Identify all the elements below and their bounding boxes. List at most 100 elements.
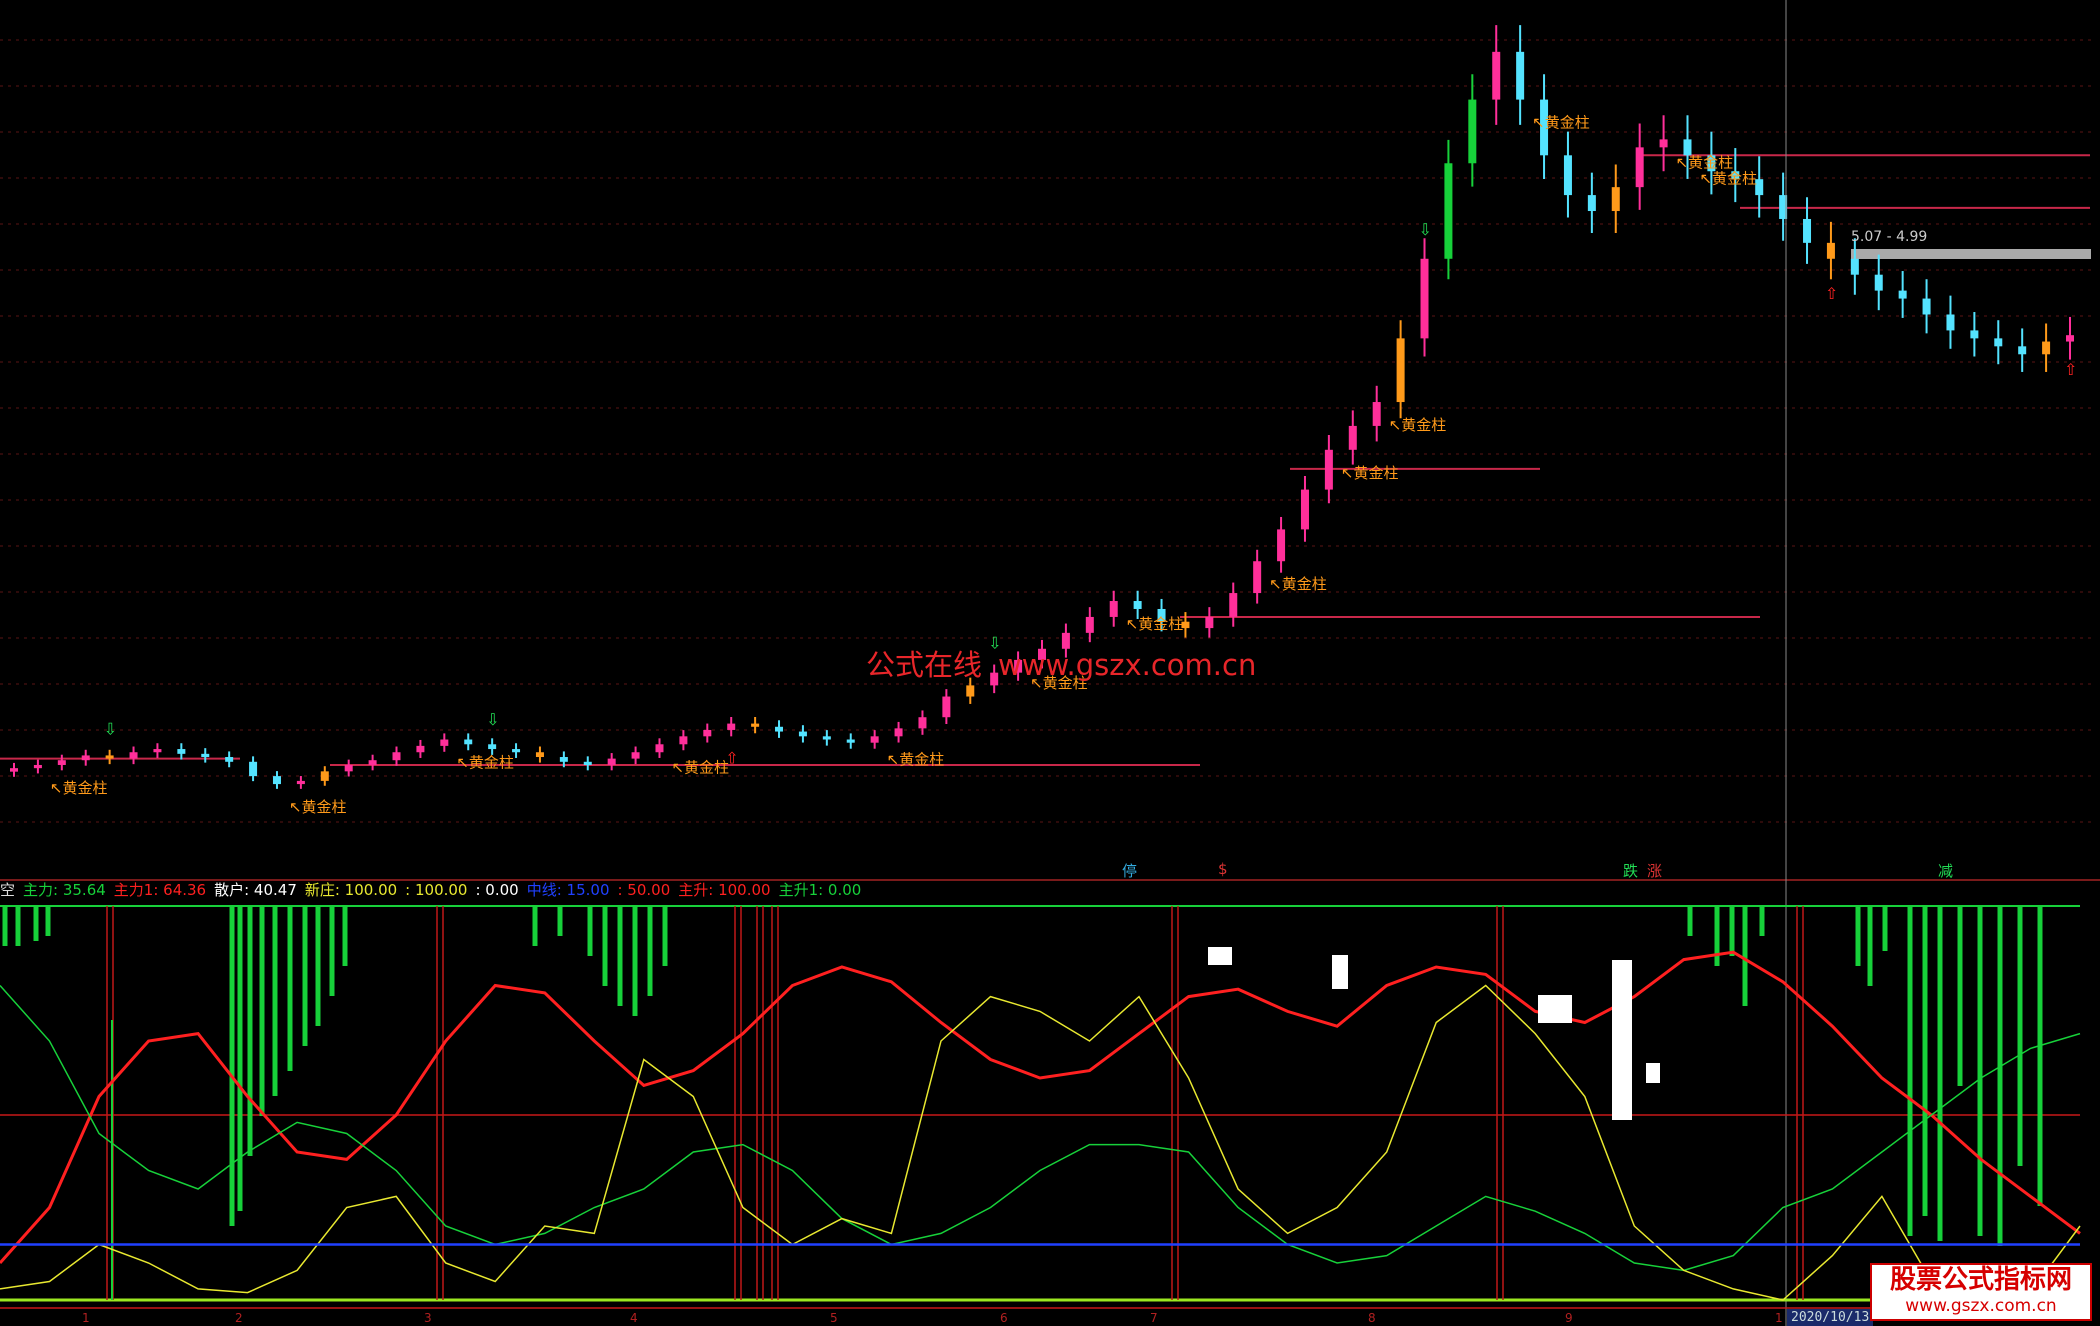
candle-body bbox=[1277, 529, 1286, 562]
candle-body bbox=[464, 739, 473, 745]
signal-block bbox=[1646, 1063, 1660, 1083]
candle-body bbox=[1563, 155, 1572, 196]
watermark-url: www.gszx.com.cn bbox=[998, 648, 1257, 682]
gold-bar-label: ↖黄金柱 bbox=[1341, 464, 1399, 482]
candle-body bbox=[416, 745, 425, 753]
legend-item: : 0.00 bbox=[475, 881, 519, 899]
up-arrow-icon: ⇧ bbox=[1825, 284, 1838, 303]
candle-body bbox=[1826, 242, 1835, 259]
legend-item: 主力1: 64.36 bbox=[113, 881, 207, 899]
candle-body bbox=[488, 744, 497, 750]
candle-body bbox=[1300, 489, 1309, 530]
candle-body bbox=[894, 728, 903, 737]
candle-body bbox=[392, 752, 401, 761]
candle-body bbox=[2066, 335, 2074, 342]
candle-body bbox=[368, 760, 377, 765]
candle-body bbox=[1874, 274, 1883, 291]
candle-body bbox=[559, 757, 568, 762]
gold-bar-label: ↖黄金柱 bbox=[1532, 114, 1590, 132]
legend-item: 空 bbox=[0, 881, 16, 899]
candle-body bbox=[966, 685, 975, 697]
candle-body bbox=[1324, 449, 1333, 490]
watermark-cn: 公式在线 bbox=[866, 648, 983, 682]
candle-body bbox=[1587, 195, 1596, 212]
candle-body bbox=[33, 764, 42, 769]
legend-item: 主升1: 0.00 bbox=[778, 881, 862, 899]
marker-label-stop: 停 bbox=[1122, 862, 1138, 880]
candle-body bbox=[1946, 314, 1955, 331]
legend-item: 散户: 40.47 bbox=[214, 881, 297, 899]
x-tick-label: 8 bbox=[1368, 1311, 1376, 1325]
candle-body bbox=[583, 761, 592, 765]
marker-label-reduce: 减 bbox=[1938, 862, 1954, 880]
marker-label-fall: 跌 bbox=[1623, 862, 1639, 880]
candle-body bbox=[296, 780, 305, 785]
candle-body bbox=[1133, 601, 1142, 609]
candle-body bbox=[870, 736, 879, 743]
gold-bar-label: ↖黄金柱 bbox=[1389, 416, 1447, 434]
candle-body bbox=[631, 752, 640, 759]
site-logo: 股票公式指标网 www.gszx.com.cn bbox=[1870, 1263, 2092, 1321]
candle-body bbox=[249, 761, 258, 777]
candle-body bbox=[918, 717, 927, 729]
candle-body bbox=[1516, 51, 1525, 100]
legend-item: 中线: 15.00 bbox=[526, 881, 610, 899]
down-arrow-icon: ⇩ bbox=[1419, 220, 1432, 239]
marker-label-dollar: $ bbox=[1218, 860, 1228, 878]
logo-url: www.gszx.com.cn bbox=[1905, 1296, 2057, 1316]
legend-item: 新庄: 100.00 bbox=[304, 881, 398, 899]
x-tick-label: 9 bbox=[1565, 1311, 1573, 1325]
price-range-bar bbox=[1851, 249, 2091, 259]
x-tick-label: 1 bbox=[1775, 1311, 1783, 1325]
legend-item: : 100.00 bbox=[405, 881, 468, 899]
gold-bar-label: ↖黄金柱 bbox=[1699, 169, 1757, 187]
series-line bbox=[0, 950, 2081, 1264]
price-range-label: 5.07 - 4.99 bbox=[1851, 229, 1928, 245]
candle-body bbox=[272, 776, 281, 785]
candle-body bbox=[703, 729, 712, 737]
x-tick-label: 6 bbox=[1000, 1311, 1008, 1325]
x-tick-label: 5 bbox=[830, 1311, 838, 1325]
candle-body bbox=[1348, 425, 1357, 450]
candle-body bbox=[1922, 298, 1931, 315]
candle-body bbox=[1994, 338, 2003, 347]
candle-body bbox=[10, 768, 18, 772]
marker-label-rise: 涨 bbox=[1647, 862, 1663, 880]
candle-body bbox=[1803, 218, 1812, 243]
down-arrow-icon: ⇩ bbox=[104, 720, 117, 739]
candle-body bbox=[440, 739, 449, 746]
candle-body bbox=[320, 771, 329, 781]
candle-body bbox=[201, 753, 210, 758]
signal-block bbox=[1208, 947, 1232, 965]
legend-item: : 50.00 bbox=[617, 881, 671, 899]
candle-body bbox=[1659, 139, 1668, 148]
candle-body bbox=[822, 736, 831, 740]
candle-body bbox=[775, 726, 784, 732]
candle-body bbox=[1396, 338, 1405, 403]
x-tick-label: 4 bbox=[630, 1311, 638, 1325]
candle-body bbox=[535, 752, 544, 758]
candle-body bbox=[512, 749, 521, 753]
gold-bar-label: ↖黄金柱 bbox=[456, 754, 514, 772]
candle-body bbox=[1085, 616, 1094, 633]
candle-body bbox=[153, 749, 162, 753]
candle-body bbox=[1229, 593, 1238, 617]
candle-body bbox=[751, 723, 760, 727]
candle-body bbox=[81, 755, 90, 761]
candle-body bbox=[1898, 290, 1907, 299]
up-arrow-icon: ⇧ bbox=[2064, 360, 2077, 379]
candle-body bbox=[1109, 601, 1118, 617]
candle-body bbox=[1970, 330, 1979, 339]
candle-body bbox=[798, 731, 807, 737]
candle-body bbox=[1635, 147, 1644, 188]
legend-item: 主升: 100.00 bbox=[678, 881, 771, 899]
up-arrow-icon: ⇧ bbox=[725, 749, 738, 768]
candle-body bbox=[344, 764, 353, 772]
watermark: 公式在线 www.gszx.com.cn bbox=[866, 642, 1272, 684]
gold-bar-label: ↖黄金柱 bbox=[1269, 575, 1327, 593]
candle-body bbox=[727, 723, 736, 730]
candle-body bbox=[1444, 163, 1453, 259]
candle-body bbox=[1253, 561, 1262, 594]
legend-item: 主力: 35.64 bbox=[23, 881, 106, 899]
candle-body bbox=[607, 758, 616, 765]
